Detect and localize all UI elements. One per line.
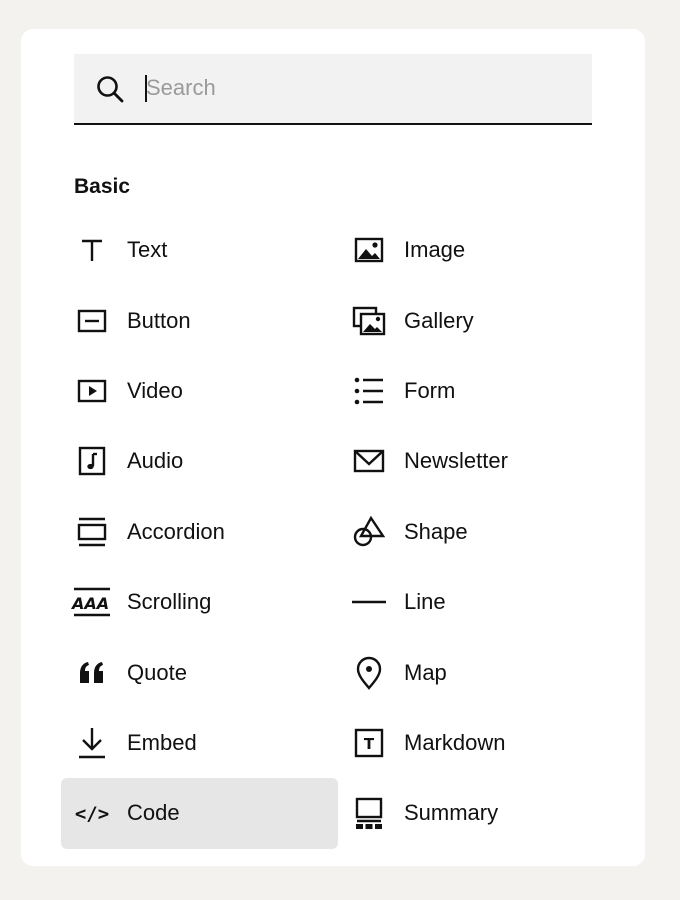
block-item-label: Map	[404, 659, 447, 685]
block-item-label: Image	[404, 237, 466, 263]
gallery-icon	[350, 302, 388, 340]
section-title-basic: Basic	[74, 175, 131, 198]
block-item-shape[interactable]: Shape	[338, 497, 615, 567]
svg-text:T: T	[364, 735, 375, 753]
block-item-label: Quote	[127, 659, 187, 685]
text-icon	[73, 231, 111, 269]
block-item-label: Gallery	[404, 307, 474, 333]
svg-text:</>: </>	[75, 803, 109, 825]
block-picker-panel: Basic Text Image	[21, 29, 645, 866]
svg-text:AAA: AAA	[70, 594, 109, 613]
map-pin-icon	[350, 654, 388, 692]
block-item-button[interactable]: Button	[61, 285, 338, 355]
block-item-markdown[interactable]: T Markdown	[338, 708, 615, 778]
shape-icon	[350, 513, 388, 551]
search-input[interactable]	[146, 72, 566, 104]
block-item-form[interactable]: Form	[338, 356, 615, 426]
block-item-label: Video	[127, 377, 183, 403]
block-item-label: Text	[127, 237, 168, 263]
block-item-accordion[interactable]: Accordion	[61, 497, 338, 567]
block-item-label: Markdown	[404, 729, 506, 755]
block-item-label: Accordion	[127, 518, 225, 544]
block-item-code[interactable]: </> Code	[61, 778, 338, 849]
summary-icon	[350, 794, 388, 832]
block-item-gallery[interactable]: Gallery	[338, 285, 615, 355]
block-item-summary[interactable]: Summary	[338, 778, 615, 848]
block-item-label: Line	[404, 589, 446, 615]
scrolling-icon: AAA	[70, 583, 111, 621]
block-item-label: Scrolling	[127, 589, 212, 615]
video-icon	[73, 372, 111, 410]
search-box[interactable]	[74, 54, 592, 125]
block-item-scrolling[interactable]: AAA Scrolling	[61, 567, 338, 637]
markdown-icon: T	[350, 724, 388, 762]
audio-icon	[73, 442, 111, 480]
block-item-label: Form	[404, 377, 456, 403]
block-item-image[interactable]: Image	[338, 215, 615, 285]
form-icon	[350, 372, 388, 410]
newsletter-icon	[350, 442, 388, 480]
code-icon: </>	[73, 794, 111, 832]
block-item-line[interactable]: Line	[338, 567, 615, 637]
block-item-label: Audio	[127, 448, 184, 474]
block-item-quote[interactable]: Quote	[61, 637, 338, 707]
embed-download-icon	[73, 724, 111, 762]
block-item-video[interactable]: Video	[61, 356, 338, 426]
accordion-icon	[73, 513, 111, 551]
search-icon	[97, 76, 124, 103]
block-item-embed[interactable]: Embed	[61, 708, 338, 778]
block-item-label: Newsletter	[404, 448, 508, 474]
image-icon	[350, 231, 388, 269]
block-item-newsletter[interactable]: Newsletter	[338, 426, 615, 496]
block-item-text[interactable]: Text	[61, 215, 338, 285]
quote-icon	[73, 654, 111, 692]
button-icon	[73, 302, 111, 340]
block-item-map[interactable]: Map	[338, 637, 615, 707]
line-icon	[350, 583, 388, 621]
block-item-label: Embed	[127, 729, 197, 755]
block-item-label: Shape	[404, 518, 468, 544]
block-item-label: Button	[127, 307, 191, 333]
block-item-label: Summary	[404, 800, 499, 826]
block-grid: Text Image Button Gallery Video Form Aud…	[61, 215, 615, 849]
block-item-label: Code	[127, 800, 180, 826]
block-item-audio[interactable]: Audio	[61, 426, 338, 496]
